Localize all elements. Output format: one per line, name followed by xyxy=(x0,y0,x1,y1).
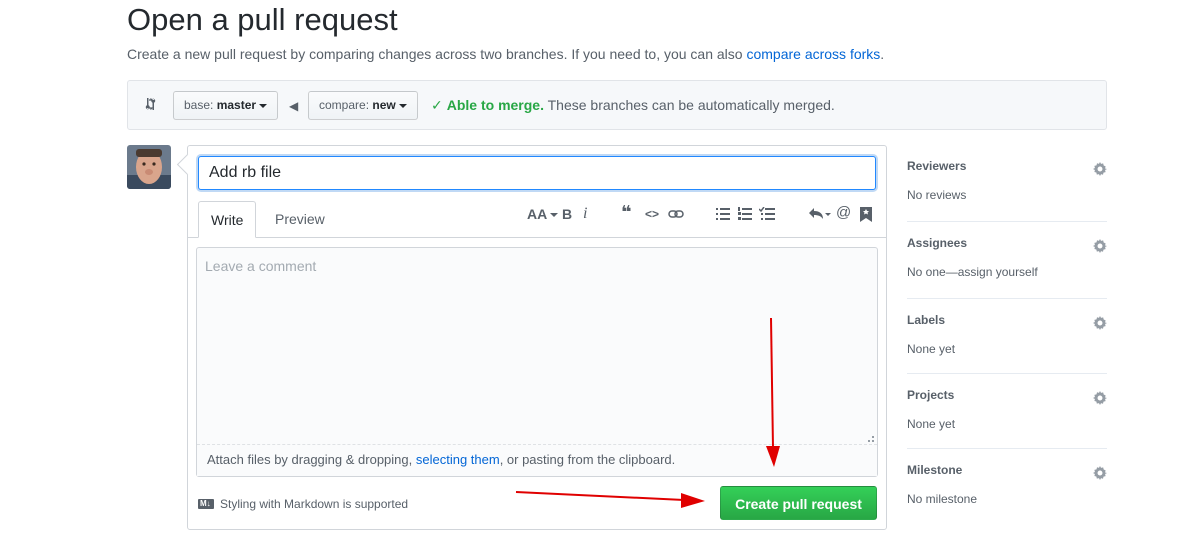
attach-text-pre: Attach files by dragging & dropping, xyxy=(207,452,416,467)
base-prefix: base: xyxy=(184,98,214,112)
bold-text: B xyxy=(562,206,573,222)
sidebar: Reviewers No reviews Assignees No one—as… xyxy=(907,145,1107,526)
page-title: Open a pull request xyxy=(127,2,398,37)
tab-preview[interactable]: Preview xyxy=(263,201,337,238)
create-pull-request-button[interactable]: Create pull request xyxy=(720,486,877,520)
markdown-note-text[interactable]: Styling with Markdown is supported xyxy=(220,497,408,511)
markdown-icon: M↓ xyxy=(198,499,214,509)
bold-icon[interactable]: B xyxy=(562,206,572,222)
comment-textarea[interactable] xyxy=(197,248,877,446)
labels-label: Labels xyxy=(907,313,946,327)
arrow-left-icon: ◀ xyxy=(289,99,299,113)
gear-icon[interactable] xyxy=(1093,466,1107,480)
quote-icon[interactable]: ❝ xyxy=(621,202,632,222)
git-compare-icon xyxy=(145,98,156,110)
link-icon[interactable] xyxy=(668,207,684,221)
gear-icon[interactable] xyxy=(1093,239,1107,253)
milestone-value: No milestone xyxy=(907,492,978,506)
comment-box: Attach files by dragging & dropping, sel… xyxy=(196,247,878,477)
chevron-down-icon xyxy=(398,103,407,108)
assignees-label: Assignees xyxy=(907,236,968,250)
merge-status: ✓ Able to merge. These branches can be au… xyxy=(431,96,835,114)
sidebar-projects: Projects None yet xyxy=(907,374,1107,449)
merge-message: These branches can be automatically merg… xyxy=(547,97,835,113)
merge-ok-label: Able to merge. xyxy=(446,97,544,113)
ordered-list-icon[interactable] xyxy=(738,207,752,221)
chevron-down-icon xyxy=(259,103,268,108)
sidebar-assignees: Assignees No one—assign yourself xyxy=(907,222,1107,299)
task-list-icon[interactable] xyxy=(759,207,775,221)
check-icon: ✓ xyxy=(431,97,443,113)
pull-request-form: Write Preview AA B i ❝ <> @ Attach files… xyxy=(187,145,887,530)
resize-handle[interactable] xyxy=(868,436,874,442)
assignees-value[interactable]: No one—assign yourself xyxy=(907,265,1038,279)
subtitle-end: . xyxy=(880,46,885,62)
mention-text: @ xyxy=(836,204,852,221)
unordered-list-icon[interactable] xyxy=(716,207,730,221)
attach-text-post: , or pasting from the clipboard. xyxy=(499,452,676,467)
compare-branch-select[interactable]: compare: new xyxy=(308,91,418,120)
sidebar-milestone: Milestone No milestone xyxy=(907,449,1107,526)
select-files-link[interactable]: selecting them xyxy=(416,452,500,467)
subtitle-text: Create a new pull request by comparing c… xyxy=(127,46,747,62)
code-text: <> xyxy=(645,207,660,221)
compare-forks-link[interactable]: compare across forks xyxy=(746,46,880,62)
file-attach-bar[interactable]: Attach files by dragging & dropping, sel… xyxy=(197,444,877,476)
markdown-note: M↓ Styling with Markdown is supported xyxy=(198,496,408,512)
pr-title-input[interactable] xyxy=(198,156,876,190)
italic-text: i xyxy=(583,205,588,222)
page-subtitle: Create a new pull request by comparing c… xyxy=(127,45,884,63)
header-text: AA xyxy=(527,206,548,222)
code-icon[interactable]: <> xyxy=(645,206,659,222)
sidebar-reviewers: Reviewers No reviews xyxy=(907,145,1107,222)
avatar[interactable] xyxy=(127,145,171,189)
quote-text: ❝ xyxy=(621,202,632,222)
branch-range-box: base: master ◀ compare: new ✓ Able to mer… xyxy=(127,80,1107,130)
avatar-image xyxy=(127,145,171,189)
compare-prefix: compare: xyxy=(319,98,370,112)
projects-label: Projects xyxy=(907,388,955,402)
compare-branch-name: new xyxy=(372,98,396,112)
gear-icon[interactable] xyxy=(1093,316,1107,330)
base-branch-name: master xyxy=(216,98,257,112)
base-branch-select[interactable]: base: master xyxy=(173,91,279,120)
labels-value: None yet xyxy=(907,342,956,356)
milestone-label: Milestone xyxy=(907,463,963,477)
reviewers-label: Reviewers xyxy=(907,159,967,173)
gear-icon[interactable] xyxy=(1093,162,1107,176)
gear-icon[interactable] xyxy=(1093,391,1107,405)
sidebar-labels: Labels None yet xyxy=(907,299,1107,374)
chevron-down-icon xyxy=(550,213,559,218)
reviewers-value: No reviews xyxy=(907,188,967,202)
tab-write[interactable]: Write xyxy=(198,201,257,238)
italic-icon[interactable]: i xyxy=(583,206,587,222)
reply-icon[interactable] xyxy=(808,206,832,222)
projects-value: None yet xyxy=(907,417,956,431)
bookmark-icon[interactable] xyxy=(860,207,872,222)
header-icon[interactable]: AA xyxy=(527,206,559,222)
mention-icon[interactable]: @ xyxy=(836,205,851,221)
